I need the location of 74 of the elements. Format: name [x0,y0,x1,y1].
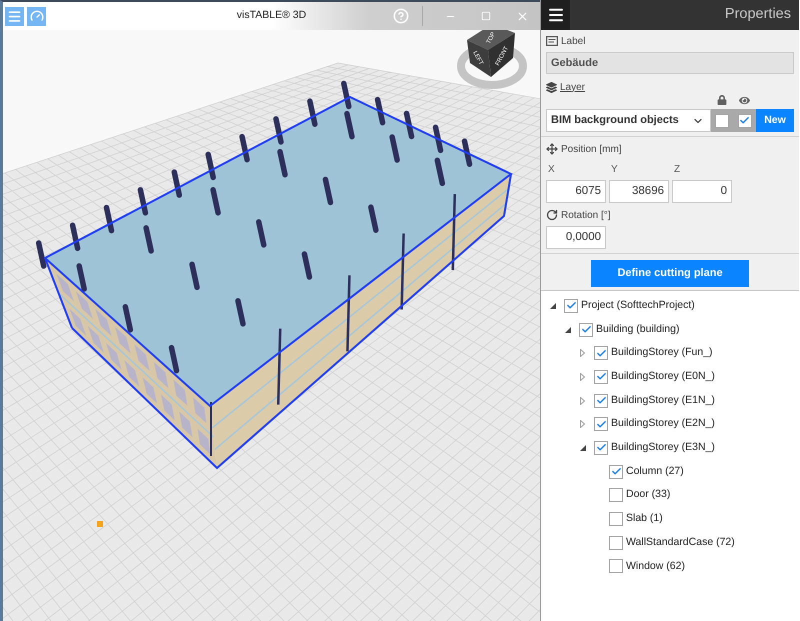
caret-right-icon[interactable] [580,420,585,428]
new-layer-button[interactable]: New [756,109,794,132]
menu-icon [546,6,564,24]
layer-select[interactable]: BIM background objects [546,109,711,132]
checkmark-icon [596,442,606,454]
caret-right-icon[interactable] [580,372,585,381]
window-title: visTABLE® 3D [236,8,306,24]
label-field[interactable]: Gebäude [546,52,794,74]
marker-icon[interactable] [97,521,103,527]
coordinate-field[interactable]: 0 [672,180,732,203]
caret-down-icon[interactable] [550,302,556,309]
checkbox[interactable] [594,394,608,408]
caret-right-icon[interactable] [580,349,585,358]
tree-item-label[interactable]: Door (33) [626,487,670,504]
label-icon [546,36,558,46]
checkbox[interactable] [609,464,623,479]
checkmark-icon [739,115,750,126]
checkmark-icon [596,418,606,430]
checkbox[interactable] [579,322,593,337]
layer-link[interactable]: Layer [560,80,586,94]
tree-item-label[interactable]: BuildingStorey (E1N_) [611,392,715,408]
tree-item-label[interactable]: BuildingStorey (Fun_) [611,345,713,362]
checkbox[interactable] [715,114,730,128]
caret-right-icon[interactable] [580,396,585,405]
checkbox[interactable] [738,114,752,128]
tree-item-label[interactable]: BuildingStorey (E3N_) [611,440,715,456]
gauge-button[interactable] [27,6,46,26]
checkbox[interactable] [594,346,608,360]
rotation-field[interactable]: 0,0000 [546,226,606,249]
coordinate-field[interactable]: 6075 [546,180,606,203]
tree-item-label[interactable]: Column (27) [626,464,684,480]
checkbox[interactable] [594,440,608,455]
checkbox[interactable] [594,417,608,432]
lock-icon [717,95,727,105]
axis-label: Z [673,164,682,176]
checkbox[interactable] [609,488,623,502]
axis-label: X [547,164,556,176]
checkbox[interactable] [609,536,623,550]
caret-down-icon[interactable] [564,326,570,333]
position-caption: Position [mm] [561,142,622,156]
menu-button[interactable] [541,0,570,30]
close-icon [516,10,528,22]
menu-icon [7,8,22,24]
checkbox[interactable] [594,370,608,384]
checkmark-icon [566,300,576,312]
rotation-caption: Rotation [°] [561,208,611,222]
checkbox[interactable] [564,298,578,313]
checkmark-icon [596,348,606,359]
tree-item-label[interactable]: Building (building) [596,322,680,338]
panel-title: Properties [724,5,792,24]
tree-item-label[interactable]: WallStandardCase (72) [626,534,735,551]
tree-item-label[interactable]: Slab (1) [626,511,663,527]
checkmark-icon [596,371,606,382]
caret-down-icon[interactable] [580,444,586,451]
label-caption: Label [561,34,586,48]
checkmark-icon [610,466,622,478]
axis-label: Y [610,164,619,176]
maximize-icon [481,11,491,21]
tree-item-label[interactable]: Project (SofttechProject) [581,298,695,314]
checkbox[interactable] [609,559,623,574]
move-icon [546,143,558,155]
checkmark-icon [580,324,592,336]
rotate-icon [546,209,558,221]
tree-item-label[interactable]: BuildingStorey (E2N_) [611,416,715,432]
checkbox[interactable] [609,512,623,526]
layers-icon [546,82,557,92]
help-icon [393,8,409,24]
checkmark-icon [596,395,606,406]
tree-item-label[interactable]: Window (62) [626,558,685,574]
coordinate-field[interactable]: 38696 [609,180,669,203]
tree-item-label[interactable]: BuildingStorey (E0N_) [611,369,715,385]
gauge-icon [30,9,44,23]
eye-icon [739,94,750,106]
cutting-plane-button[interactable]: Define cutting plane [591,260,749,287]
